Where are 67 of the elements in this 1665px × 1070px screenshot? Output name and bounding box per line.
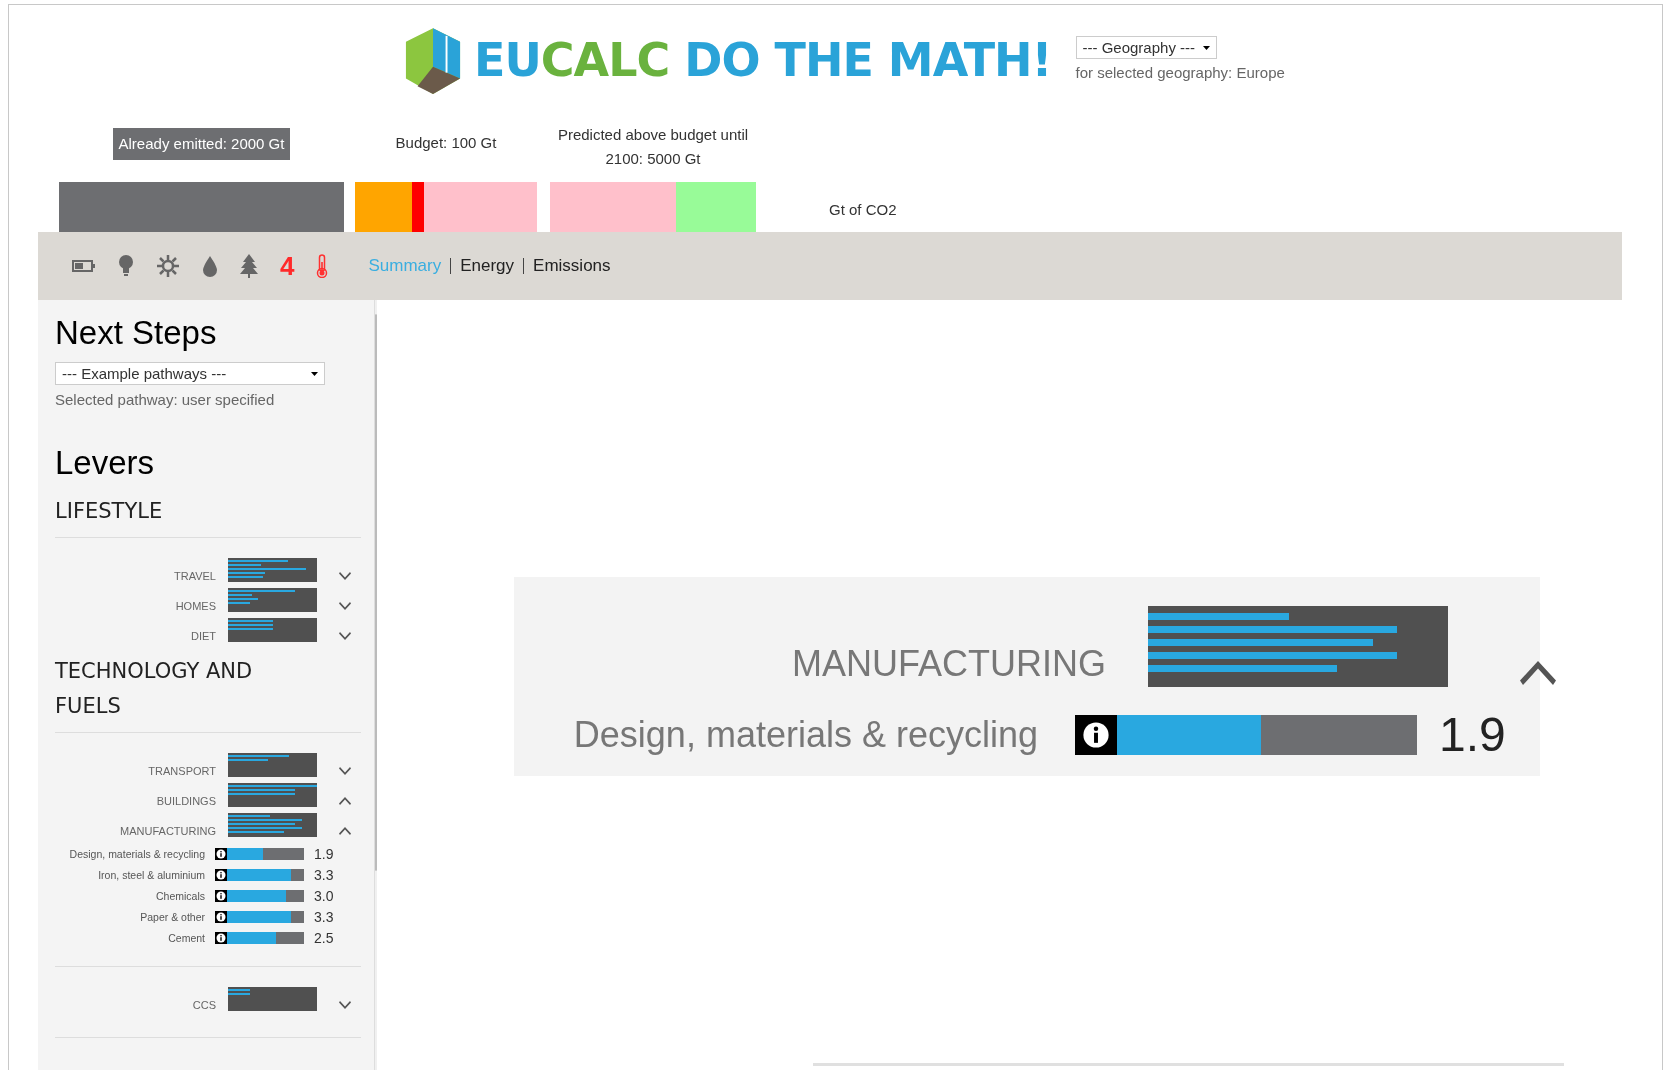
lever-value: 3.3 (314, 908, 335, 925)
lever-value: 3.0 (314, 887, 335, 904)
sub-lever-label: Chemicals (155, 889, 205, 902)
lever-value: 1.9 (1439, 707, 1507, 762)
lever-chart[interactable] (228, 813, 317, 837)
lever-label: HOMES (174, 600, 216, 612)
section-title: Levers (55, 444, 156, 482)
logo-icon (404, 28, 462, 96)
sub-lever-label: Paper & other (139, 910, 205, 923)
lever-chart[interactable] (228, 618, 317, 642)
lever-value: 3.3 (314, 866, 335, 883)
lever-label: MANUFACTURING (791, 643, 1106, 686)
geography-select[interactable]: --- Geography --- (1075, 36, 1218, 59)
lever-label: BUILDINGS (155, 795, 216, 807)
emission-label: Budget: 100 Gt (395, 133, 497, 153)
chevron-down-icon[interactable] (339, 632, 351, 640)
sub-lever-label: Design, materials & recycling (572, 713, 1038, 756)
emission-label: Predicted above budget until 2100: 5000 Gt (556, 125, 750, 169)
info-icon[interactable] (216, 848, 226, 859)
tab[interactable]: Emissions (533, 256, 611, 276)
group-title: LIFESTYLE (55, 498, 164, 525)
sub-lever-label: Iron, steel & aluminium (97, 868, 205, 881)
lever-chart[interactable] (228, 588, 317, 612)
lever-label: TRAVEL (173, 570, 216, 582)
lever-chart[interactable] (228, 753, 317, 777)
chevron-up-icon[interactable] (1518, 661, 1558, 685)
group-title: TECHNOLOGY AND FUELS (55, 658, 254, 720)
info-icon[interactable] (216, 869, 226, 880)
scrollbar[interactable] (374, 300, 377, 1070)
geography-note: for selected geography: Europe (1075, 64, 1285, 81)
caret-icon (1203, 45, 1211, 50)
lever-chart[interactable] (228, 558, 317, 582)
tree-icon[interactable] (240, 254, 258, 278)
chevron-down-icon[interactable] (339, 767, 351, 775)
drop-icon[interactable] (202, 255, 218, 277)
lever-chart[interactable] (228, 783, 317, 807)
lever-chart[interactable] (228, 987, 317, 1011)
lever-label: MANUFACTURING (119, 825, 216, 837)
lightbulb-icon[interactable] (118, 255, 134, 277)
info-icon[interactable] (216, 932, 226, 943)
info-icon[interactable] (216, 890, 226, 901)
battery-icon[interactable] (72, 259, 96, 273)
lever-value: 2.5 (314, 929, 335, 946)
chevron-down-icon[interactable] (339, 572, 351, 580)
lever-label: TRANSPORT (147, 765, 216, 777)
sub-lever-label: Cement (167, 931, 205, 944)
chevron-up-icon[interactable] (339, 797, 351, 805)
tab[interactable]: Energy (460, 256, 515, 276)
emission-label: Already emitted: 2000 Gt (112, 128, 291, 160)
unit-label: Gt of CO2 (829, 201, 897, 218)
pathway-note: Selected pathway: user specified (55, 391, 276, 408)
info-icon[interactable] (1082, 720, 1110, 749)
gear-icon[interactable] (156, 254, 180, 278)
lever-value: 1.9 (314, 845, 335, 862)
chevron-down-icon[interactable] (339, 602, 351, 610)
lever-chart[interactable] (1148, 606, 1448, 687)
pathway-select[interactable]: --- Example pathways --- (55, 362, 325, 385)
chevron-down-icon[interactable] (339, 1001, 351, 1009)
thermometer-icon[interactable] (316, 254, 329, 278)
caret-icon (311, 371, 318, 376)
lever-label: DIET (189, 630, 216, 642)
lever-label: CCS (191, 999, 216, 1011)
sub-lever-label: Design, materials & recycling (68, 847, 205, 860)
section-title: Next Steps (55, 314, 218, 352)
info-icon[interactable] (216, 911, 226, 922)
site-title: EUCALC DO THE MATH! (474, 33, 1052, 87)
chevron-up-icon[interactable] (339, 827, 351, 835)
